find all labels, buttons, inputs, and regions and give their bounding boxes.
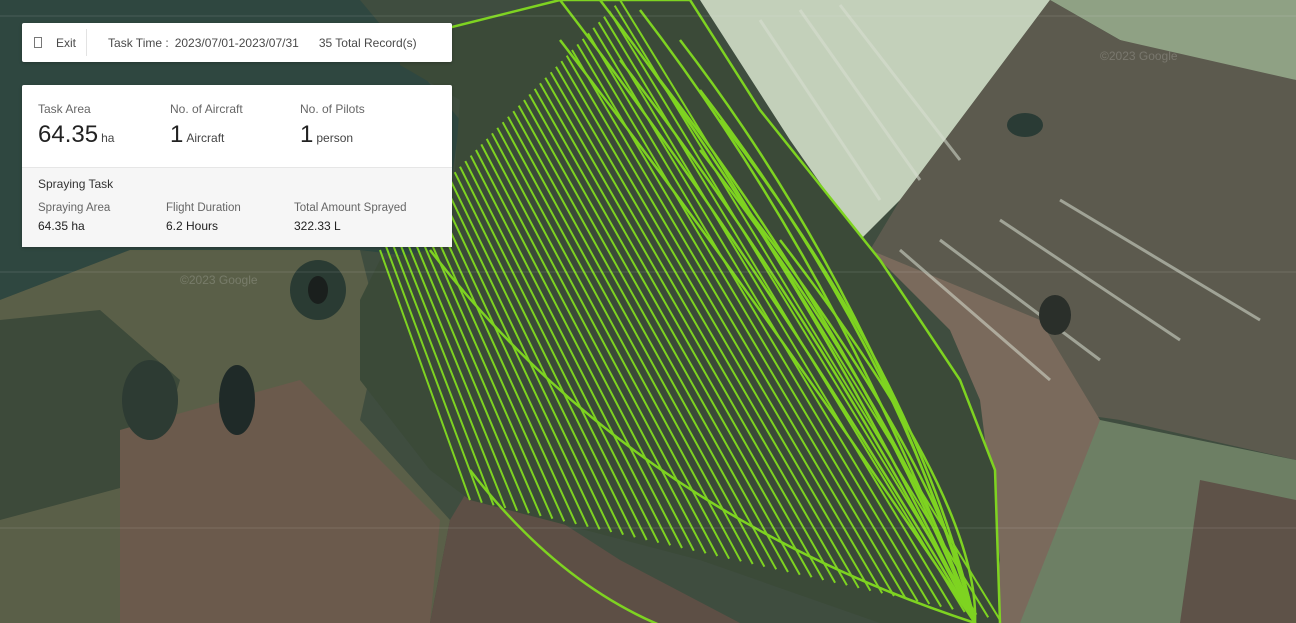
- toolbar-divider: [86, 29, 88, 56]
- spraying-area-value: 64.35 ha: [38, 219, 85, 233]
- spraying-task-section: Spraying Task Spraying Area 64.35 ha Fli…: [22, 167, 452, 247]
- task-time-label: Task Time :: [108, 35, 169, 50]
- aircraft-label: No. of Aircraft: [170, 102, 243, 116]
- flight-duration-value: 6.2 Hours: [166, 219, 219, 233]
- task-area-value: 64.35: [38, 121, 99, 148]
- aircraft-stat: No. of Aircraft 1 Aircraft: [170, 102, 243, 149]
- map-watermark: ©2023 Google: [180, 273, 258, 287]
- amount-sprayed-stat: Total Amount Sprayed 322.33 L: [294, 202, 407, 233]
- map-watermark: ©2023 Google: [1100, 49, 1178, 63]
- flight-duration-label: Flight Duration: [166, 202, 241, 214]
- aircraft-unit: Aircraft: [186, 131, 225, 145]
- task-time-range[interactable]: 2023/07/01-2023/07/31: [175, 36, 299, 50]
- exit-button[interactable]: Exit: [22, 23, 86, 62]
- task-toolbar: Exit Task Time : 2023/07/01-2023/07/31 3…: [22, 23, 452, 62]
- field-southeast-brown: [1180, 480, 1296, 623]
- task-summary-card: Task Area 64.35 ha No. of Aircraft 1 Aircr…: [22, 85, 452, 247]
- pilots-unit: person: [316, 131, 354, 145]
- exit-icon: [34, 37, 42, 48]
- pond-center: [308, 276, 328, 304]
- pilots-stat: No. of Pilots 1 person: [300, 102, 365, 149]
- record-count: 35 Total Record(s): [318, 35, 417, 50]
- exit-label: Exit: [56, 35, 77, 50]
- tree-northeast: [1007, 113, 1043, 137]
- tree-east: [1039, 295, 1071, 335]
- amount-sprayed-label: Total Amount Sprayed: [294, 202, 407, 214]
- task-area-label: Task Area: [38, 102, 91, 116]
- pilots-value: 1: [300, 121, 314, 148]
- spraying-area-stat: Spraying Area 64.35 ha: [38, 202, 110, 233]
- tree-cluster: [122, 360, 178, 440]
- spraying-task-title: Spraying Task: [38, 177, 114, 191]
- aircraft-value: 1: [170, 121, 184, 148]
- pilots-label: No. of Pilots: [300, 102, 365, 116]
- amount-sprayed-value: 322.33 L: [294, 219, 341, 233]
- task-area-unit: ha: [101, 131, 115, 145]
- task-area-stat: Task Area 64.35 ha: [38, 102, 114, 149]
- pond: [219, 365, 255, 435]
- flight-duration-stat: Flight Duration 6.2 Hours: [166, 202, 241, 233]
- spraying-area-label: Spraying Area: [38, 202, 111, 214]
